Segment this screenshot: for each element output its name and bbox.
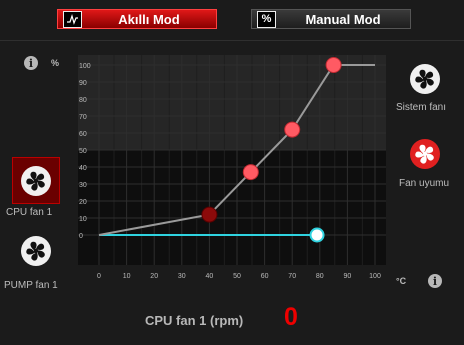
x-tick-label: 40: [206, 273, 214, 280]
fan-hub: [422, 76, 428, 82]
fan-hub: [33, 178, 39, 183]
fan-blade: [37, 250, 45, 258]
pump-fan-1-label: PUMP fan 1: [4, 280, 58, 291]
curve-handle[interactable]: [325, 57, 342, 73]
fan-blade: [36, 243, 45, 250]
x-tick-label: 10: [123, 273, 131, 280]
fan-curve-chart[interactable]: 0 10 20 30 40 50 60 70 80 90 100 0 10 20 30 40 50 60 70 80 9…: [70, 50, 388, 290]
percent-icon: %: [257, 10, 276, 28]
info-icon-bottom[interactable]: i: [428, 274, 442, 288]
y-tick-label: 50: [79, 148, 87, 155]
y-tick-label: 20: [79, 199, 87, 206]
smart-mode-button[interactable]: Akıllı Mod: [57, 9, 217, 29]
y-tick-label: 90: [79, 80, 87, 87]
fan-icon: [410, 139, 440, 169]
curve-handle[interactable]: [284, 121, 301, 138]
smart-mode-label: Akıllı Mod: [118, 11, 180, 27]
fan-blade: [425, 71, 434, 78]
selected-fan-rpm-value: 0: [284, 303, 298, 331]
fan-icon: [21, 165, 51, 196]
pump-fan-1-button[interactable]: [21, 236, 51, 266]
fan-blade: [426, 153, 434, 161]
manual-mode-button[interactable]: % Manual Mod: [251, 9, 411, 29]
y-tick-label: 100: [79, 63, 91, 70]
system-fan-label: Sistem fanı: [396, 102, 447, 113]
divider: [0, 40, 464, 41]
fan-icon: [21, 236, 51, 266]
y-tick-label: 0: [79, 233, 83, 240]
x-axis-unit: °C: [396, 276, 407, 286]
y-tick-label: 70: [79, 114, 87, 121]
fan-hub: [33, 248, 39, 254]
fan-blade: [426, 78, 434, 86]
y-tick-label: 60: [79, 131, 87, 138]
info-icon-top[interactable]: i: [24, 56, 38, 70]
fan-blade: [36, 173, 45, 180]
fan-harmony-button[interactable]: [410, 139, 440, 169]
y-tick-label: 80: [79, 97, 87, 104]
fan-harmony-label: Fan uyumu: [399, 178, 450, 189]
y-tick-label: 40: [79, 165, 87, 172]
y-axis-unit: %: [51, 58, 60, 68]
fan-hub: [422, 151, 428, 157]
x-tick-label: 50: [233, 273, 241, 280]
fan-blade: [425, 146, 434, 153]
manual-mode-label: Manual Mod: [305, 11, 381, 27]
system-fan-button[interactable]: [410, 64, 440, 94]
cpu-fan-1-label: CPU fan 1: [6, 207, 53, 218]
x-tick-label: 60: [261, 273, 269, 280]
curve-handle[interactable]: [242, 164, 259, 181]
selected-fan-rpm-label: CPU fan 1 (rpm): [145, 313, 244, 328]
x-tick-label: 30: [178, 273, 186, 280]
x-tick-label: 80: [316, 273, 324, 280]
x-tick-label: 90: [344, 273, 352, 280]
fan-curve-icon: [63, 10, 82, 28]
y-tick-label: 30: [79, 182, 87, 189]
cpu-fan-1-button[interactable]: [12, 157, 60, 204]
mode-bar: Akıllı Mod % Manual Mod: [0, 0, 464, 40]
x-tick-label: 0: [97, 273, 101, 280]
fan-blade: [37, 179, 45, 188]
x-tick-label: 70: [288, 273, 296, 280]
y-tick-label: 10: [79, 216, 87, 223]
current-temp-marker: [309, 227, 325, 243]
curve-handle[interactable]: [201, 206, 218, 223]
fan-icon: [410, 64, 440, 94]
x-tick-label: 20: [150, 273, 158, 280]
x-tick-label: 100: [369, 273, 381, 280]
